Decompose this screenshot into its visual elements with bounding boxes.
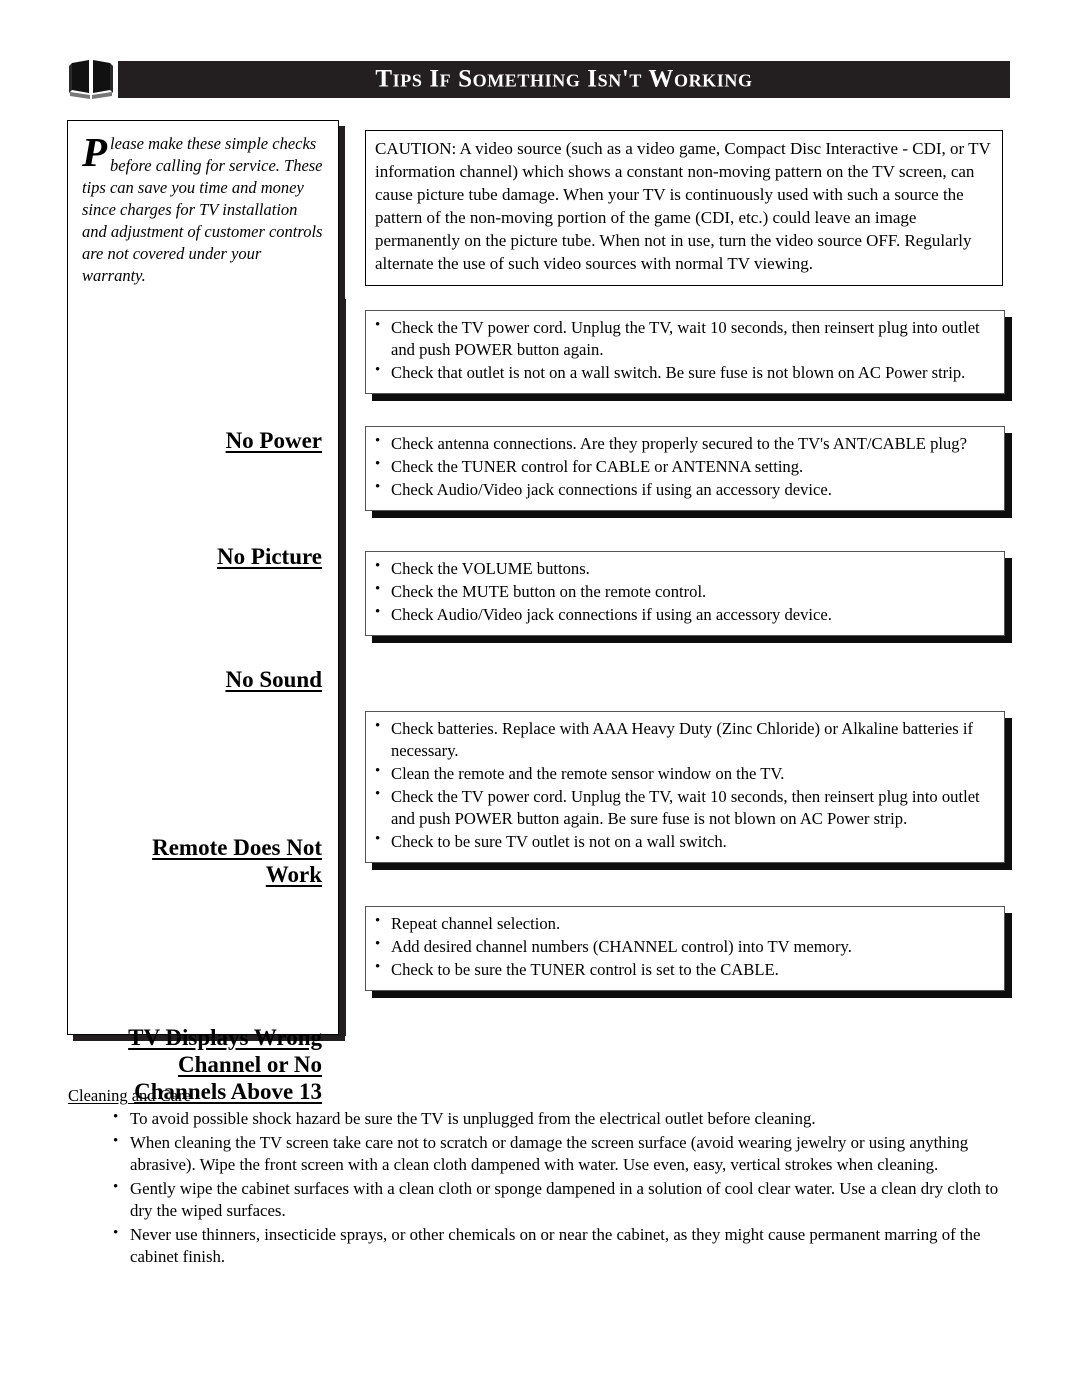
column-divider-rule <box>339 299 346 1036</box>
section-heading-no-picture: No Picture <box>217 544 322 569</box>
tips-box-no-picture: Check antenna connections. Are they prop… <box>365 426 1005 512</box>
list-item: Check Audio/Video jack connections if us… <box>374 603 996 626</box>
caution-text: CAUTION: A video source (such as a video… <box>375 139 991 273</box>
list-item: Gently wipe the cabinet surfaces with a … <box>113 1177 1018 1223</box>
list-item: To avoid possible shock hazard be sure t… <box>113 1107 1018 1131</box>
list-item: Check the VOLUME buttons. <box>374 557 996 580</box>
list-item: Check the TUNER control for CABLE or ANT… <box>374 455 996 478</box>
open-book-icon <box>68 59 114 101</box>
cleaning-and-care-section: Cleaning and Care To avoid possible shoc… <box>68 1086 1018 1270</box>
list-item: Never use thinners, insecticide sprays, … <box>113 1223 1018 1269</box>
section-heading-remote-does-not-work: Remote Does Not Work <box>152 835 322 888</box>
list-item: Check antenna connections. Are they prop… <box>374 432 996 455</box>
caution-box: CAUTION: A video source (such as a video… <box>365 130 1003 286</box>
intro-paragraph: Please make these simple checks before c… <box>82 129 326 287</box>
tips-box-tv-displays-wrong-channel: Repeat channel selection. Add desired ch… <box>365 906 1005 992</box>
list-item: Check that outlet is not on a wall switc… <box>374 361 996 384</box>
section-heading-no-power: No Power <box>225 428 322 453</box>
cleaning-and-care-title: Cleaning and Care <box>68 1086 191 1105</box>
list-item: Repeat channel selection. <box>374 912 996 935</box>
section-heading-no-sound: No Sound <box>225 667 322 692</box>
list-item: Clean the remote and the remote sensor w… <box>374 762 996 785</box>
list-item: Check the TV power cord. Unplug the TV, … <box>374 316 996 361</box>
list-item: When cleaning the TV screen take care no… <box>113 1131 1018 1177</box>
tips-box-no-power: Check the TV power cord. Unplug the TV, … <box>365 310 1005 395</box>
tips-box-remote-does-not-work: Check batteries. Replace with AAA Heavy … <box>365 711 1005 864</box>
title-bar: Tips If Something Isn't Working <box>118 61 1010 98</box>
list-item: Check batteries. Replace with AAA Heavy … <box>374 717 996 762</box>
page-title: Tips If Something Isn't Working <box>375 65 753 93</box>
intro-dropcap: P <box>82 129 108 175</box>
list-item: Check the TV power cord. Unplug the TV, … <box>374 785 996 830</box>
list-item: Check the MUTE button on the remote cont… <box>374 580 996 603</box>
page-header: Tips If Something Isn't Working <box>60 55 1020 107</box>
list-item: Check to be sure the TUNER control is se… <box>374 958 996 981</box>
list-item: Add desired channel numbers (CHANNEL con… <box>374 935 996 958</box>
list-item: Check to be sure TV outlet is not on a w… <box>374 830 996 853</box>
tips-box-no-sound: Check the VOLUME buttons. Check the MUTE… <box>365 551 1005 637</box>
page-root: Tips If Something Isn't Working Please m… <box>0 0 1080 1397</box>
left-column-panel: Please make these simple checks before c… <box>67 120 346 1104</box>
list-item: Check Audio/Video jack connections if us… <box>374 478 996 501</box>
intro-text: lease make these simple checks before ca… <box>82 134 323 285</box>
